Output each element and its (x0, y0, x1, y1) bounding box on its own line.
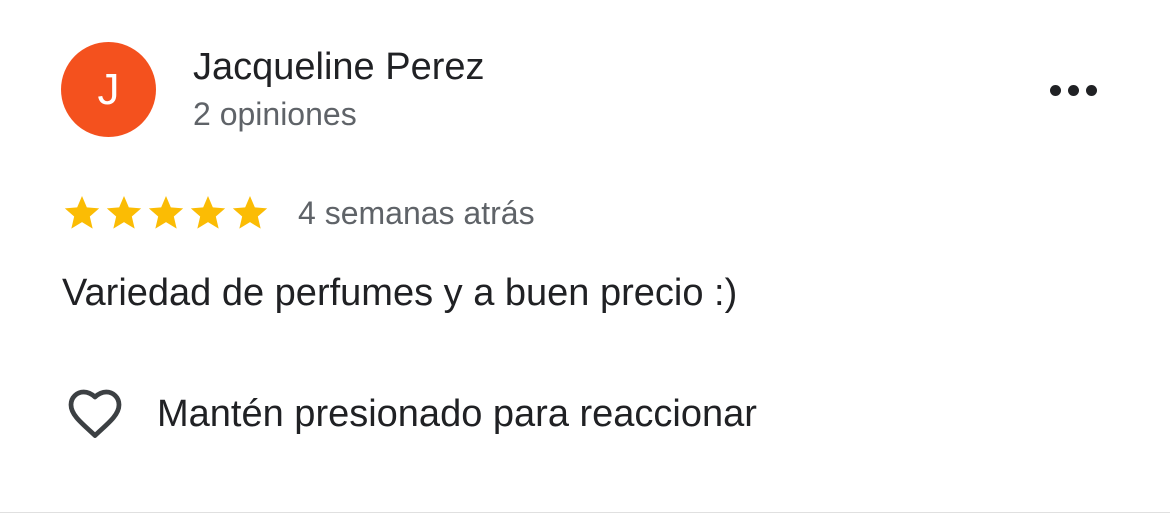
review-timestamp: 4 semanas atrás (298, 194, 535, 231)
divider (0, 512, 1170, 513)
more-options-icon (1067, 84, 1079, 96)
star-filled-icon (232, 196, 268, 229)
star-rating (62, 193, 270, 233)
react-button[interactable]: Mantén presionado para reaccionar (64, 383, 757, 445)
reviewer-name[interactable]: Jacqueline Perez (193, 46, 485, 89)
star-filled-icon (190, 196, 226, 229)
react-label: Mantén presionado para reaccionar (157, 392, 757, 435)
avatar[interactable]: J (61, 42, 156, 137)
avatar-initial: J (97, 64, 120, 114)
reviewer-review-count: 2 opiniones (193, 96, 357, 132)
star-filled-icon (148, 196, 184, 229)
heart-outline-icon[interactable] (64, 384, 126, 444)
star-filled-icon (64, 196, 100, 229)
star-filled-icon (106, 196, 142, 229)
review-text: Variedad de perfumes y a buen precio :) (62, 272, 738, 314)
rating-row: 4 semanas atrás (62, 190, 535, 236)
review-card: J Jacqueline Perez 2 opiniones 4 semanas… (0, 0, 1170, 512)
more-options-icon (1085, 84, 1097, 96)
more-options-button[interactable] (1040, 70, 1106, 110)
more-options-icon (1049, 84, 1061, 96)
